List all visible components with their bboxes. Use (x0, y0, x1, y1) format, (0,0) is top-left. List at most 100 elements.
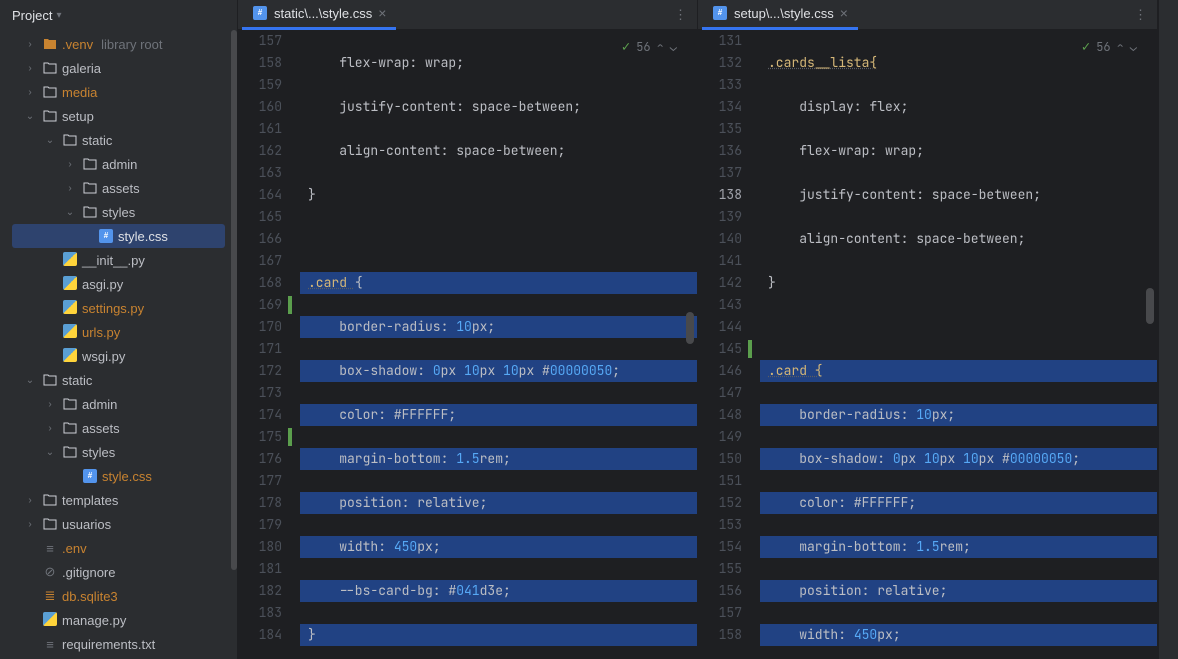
code-text: --bs-card-bg: # (308, 582, 456, 599)
tree-galeria[interactable]: › galeria (0, 56, 237, 80)
project-tree: › .venv library root › galeria › media ⌄… (0, 30, 237, 659)
tree-label: __init__.py (82, 253, 145, 268)
tree-setup[interactable]: ⌄ setup (0, 104, 237, 128)
code-text: px; (417, 538, 440, 555)
editor-left: # static\...\style.css × ⋮ ✓ 56 ⌃ ⌄ 1571… (238, 0, 698, 659)
right-tool-strip[interactable] (1158, 0, 1178, 659)
code-text: ; (612, 362, 620, 379)
tree-usuarios[interactable]: › usuarios (0, 512, 237, 536)
python-file-icon (62, 300, 78, 317)
code-text: .cards__lista{ (768, 54, 877, 71)
tree-admin[interactable]: › admin (0, 152, 237, 176)
code-text: justify-content: space-between; (768, 186, 1041, 203)
tree-venv[interactable]: › .venv library root (0, 32, 237, 56)
code-right[interactable]: .cards__lista{ display: flex; flex-wrap:… (760, 30, 1157, 659)
tree-static[interactable]: ⌄ static (0, 128, 237, 152)
gutter-left[interactable]: 1571581591601611621631641651661671681691… (238, 30, 300, 659)
code-text: box-shadow: (308, 362, 433, 379)
inspections-widget[interactable]: ✓ 56 ⌃ ⌄ (622, 36, 677, 58)
tab-left-style[interactable]: # static\...\style.css × (242, 0, 396, 30)
chevron-down-icon: ⌄ (42, 135, 58, 146)
code-left[interactable]: flex-wrap: wrap; justify-content: space-… (300, 30, 697, 659)
code-text: 1.5 (916, 538, 939, 555)
code-text: px; (877, 626, 900, 643)
tree-label: styles (102, 205, 135, 220)
tree-admin2[interactable]: › admin (0, 392, 237, 416)
text-file-icon: ≡ (42, 637, 58, 652)
folder-icon (42, 38, 58, 50)
tabbar-right: # setup\...\style.css × ⋮ (698, 0, 1157, 30)
tree-init[interactable]: __init__.py (0, 248, 237, 272)
code-text: px (901, 450, 924, 467)
project-header[interactable]: Project ▾ (0, 0, 237, 30)
code-text: 450 (394, 538, 417, 555)
close-icon[interactable]: × (840, 5, 848, 21)
scrollbar-thumb[interactable] (686, 312, 694, 344)
tree-media[interactable]: › media (0, 80, 237, 104)
tree-dbsqlite[interactable]: ≣ db.sqlite3 (0, 584, 237, 608)
tree-label: style.css (118, 229, 168, 244)
code-text: border-radius: (768, 406, 916, 423)
scrollbar-thumb[interactable] (1146, 288, 1154, 324)
tree-label: media (62, 85, 97, 100)
tree-label: .venv (62, 37, 93, 52)
code-area-right[interactable]: ✓ 56 ⌃ ⌄ 💡 13113213313413513613713813914… (698, 30, 1157, 659)
folder-icon (82, 206, 98, 218)
code-text: width: (308, 538, 394, 555)
tree-assets2[interactable]: › assets (0, 416, 237, 440)
tree-settings[interactable]: settings.py (0, 296, 237, 320)
expand-down-icon[interactable]: ⌄ (670, 36, 677, 58)
gutter-right[interactable]: 1311321331341351361371381391401411421431… (698, 30, 760, 659)
tab-right-style[interactable]: # setup\...\style.css × (702, 0, 858, 30)
tree-assets[interactable]: › assets (0, 176, 237, 200)
expand-down-icon[interactable]: ⌄ (1130, 36, 1137, 58)
tree-templates[interactable]: › templates (0, 488, 237, 512)
folder-icon (42, 518, 58, 530)
chevron-down-icon: ⌄ (22, 111, 38, 122)
folder-icon (42, 374, 58, 386)
editor-scrollbar[interactable] (685, 60, 695, 659)
tree-urls[interactable]: urls.py (0, 320, 237, 344)
code-area-left[interactable]: ✓ 56 ⌃ ⌄ 1571581591601611621631641651661… (238, 30, 697, 659)
code-text: { (355, 274, 363, 291)
inspections-count: 56 (636, 36, 650, 58)
tree-label: admin (82, 397, 117, 412)
code-text: margin-bottom: (308, 450, 456, 467)
code-text: px (940, 450, 963, 467)
tab-label: static\...\style.css (274, 6, 372, 21)
folder-icon (82, 182, 98, 194)
editor-scrollbar[interactable] (1145, 60, 1155, 659)
tree-requirements[interactable]: ≡ requirements.txt (0, 632, 237, 656)
tree-wsgi[interactable]: wsgi.py (0, 344, 237, 368)
code-text: px; (472, 318, 495, 335)
tree-label: .gitignore (62, 565, 115, 580)
close-icon[interactable]: × (378, 5, 386, 21)
tab-more-icon[interactable]: ⋮ (1128, 7, 1153, 23)
code-text: px; (932, 406, 955, 423)
project-sidebar: Project ▾ › .venv library root › galeria… (0, 0, 238, 659)
code-text: 00000050 (550, 362, 612, 379)
tree-gitignore[interactable]: ⊘ .gitignore (0, 560, 237, 584)
tree-styles[interactable]: ⌄ styles (0, 200, 237, 224)
tree-stylecss2[interactable]: # style.css (0, 464, 237, 488)
collapse-up-icon[interactable]: ⌃ (657, 36, 664, 58)
tab-more-icon[interactable]: ⋮ (668, 7, 693, 23)
python-file-icon (62, 252, 78, 269)
collapse-up-icon[interactable]: ⌃ (1117, 36, 1124, 58)
tree-asgi[interactable]: asgi.py (0, 272, 237, 296)
css-file-icon: # (252, 6, 268, 20)
inspections-count: 56 (1096, 36, 1110, 58)
tree-manage[interactable]: manage.py (0, 608, 237, 632)
tree-label: .env (62, 541, 87, 556)
sidebar-scrollbar[interactable] (231, 30, 237, 570)
tree-stylecss[interactable]: # style.css (12, 224, 225, 248)
code-text: 10 (503, 362, 519, 379)
folder-icon (62, 446, 78, 458)
code-text: } (308, 186, 316, 203)
tree-static2[interactable]: ⌄ static (0, 368, 237, 392)
inspections-widget[interactable]: ✓ 56 ⌃ ⌄ (1082, 36, 1137, 58)
tree-env[interactable]: ≡ .env (0, 536, 237, 560)
chevron-right-icon: › (62, 183, 78, 194)
tree-styles2[interactable]: ⌄ styles (0, 440, 237, 464)
code-text: 10 (916, 406, 932, 423)
